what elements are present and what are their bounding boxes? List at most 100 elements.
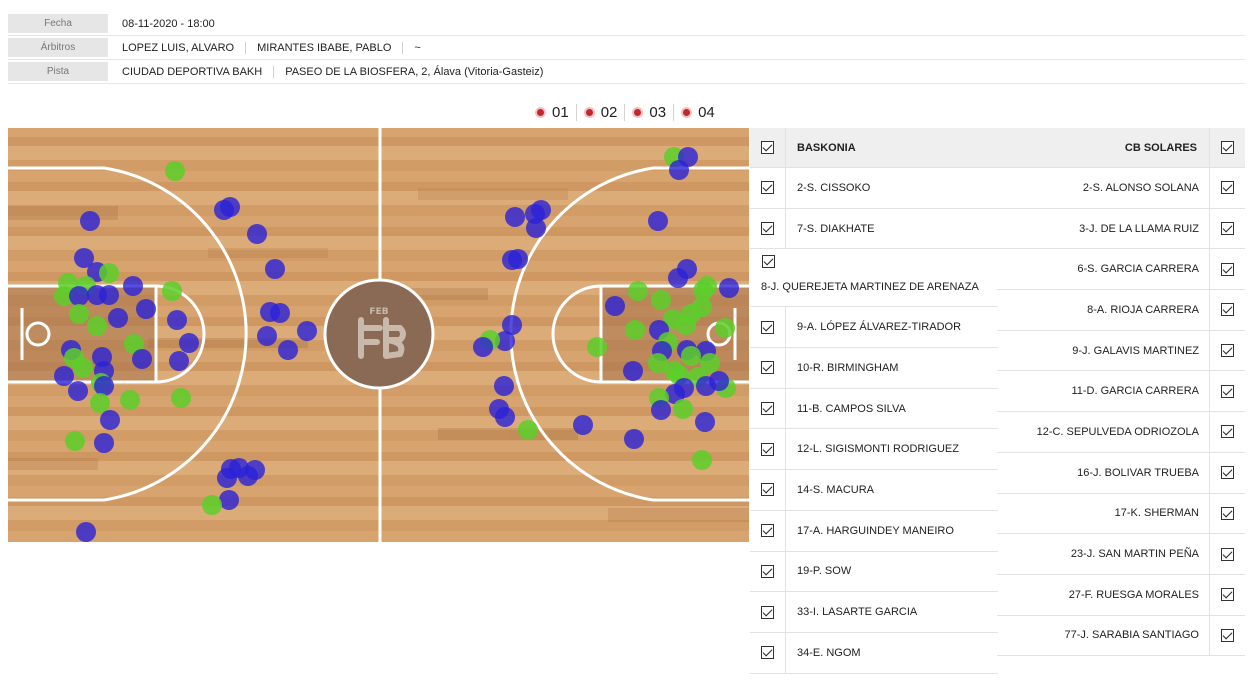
made-shot-marker[interactable] <box>587 337 607 357</box>
made-shot-marker[interactable] <box>202 495 222 515</box>
missed-shot-marker[interactable] <box>505 207 525 227</box>
made-shot-marker[interactable] <box>171 388 191 408</box>
player-checkbox[interactable] <box>1221 466 1234 480</box>
missed-shot-marker[interactable] <box>54 366 74 386</box>
missed-shot-marker[interactable] <box>573 415 593 435</box>
player-checkbox[interactable] <box>761 361 774 375</box>
made-shot-marker[interactable] <box>162 281 182 301</box>
made-shot-marker[interactable] <box>681 346 701 366</box>
home-player-row[interactable]: 10-R. BIRMINGHAM <box>750 348 998 389</box>
missed-shot-marker[interactable] <box>80 211 100 231</box>
player-checkbox[interactable] <box>1221 425 1234 439</box>
home-player-row[interactable]: 34-E. NGOM <box>750 632 998 674</box>
missed-shot-marker[interactable] <box>247 224 267 244</box>
made-shot-marker[interactable] <box>90 393 110 413</box>
made-shot-marker[interactable] <box>165 161 185 181</box>
player-checkbox[interactable] <box>1221 181 1234 195</box>
player-checkbox[interactable] <box>1221 303 1234 317</box>
made-shot-marker[interactable] <box>715 318 735 338</box>
away-player-row[interactable]: 2-S. ALONSO SOLANA <box>997 168 1245 209</box>
period-button-03[interactable]: 03 <box>624 103 673 121</box>
home-player-row[interactable]: 2-S. CISSOKO <box>750 168 998 209</box>
made-shot-marker[interactable] <box>65 431 85 451</box>
missed-shot-marker[interactable] <box>132 349 152 369</box>
away-player-row[interactable]: 8-A. RIOJA CARRERA <box>997 290 1245 331</box>
away-player-row[interactable]: 6-S. GARCIA CARRERA <box>997 249 1245 291</box>
player-checkbox[interactable] <box>761 181 774 195</box>
away-player-row[interactable]: 12-C. SEPULVEDA ODRIOZOLA <box>997 412 1245 453</box>
home-player-row[interactable]: 9-A. LÓPEZ ÁLVAREZ-TIRADOR <box>750 307 998 349</box>
made-shot-marker[interactable] <box>73 358 93 378</box>
player-checkbox[interactable] <box>761 254 775 268</box>
player-checkbox[interactable] <box>761 442 774 456</box>
made-shot-marker[interactable] <box>120 390 140 410</box>
missed-shot-marker[interactable] <box>214 200 234 220</box>
made-shot-marker[interactable] <box>69 304 89 324</box>
made-shot-marker[interactable] <box>692 450 712 470</box>
missed-shot-marker[interactable] <box>669 160 689 180</box>
away-player-row[interactable]: 3-J. DE LA LLAMA RUIZ <box>997 208 1245 250</box>
player-checkbox[interactable] <box>761 564 774 578</box>
player-checkbox[interactable] <box>761 483 774 497</box>
player-checkbox[interactable] <box>761 524 774 538</box>
missed-shot-marker[interactable] <box>69 286 89 306</box>
period-button-04[interactable]: 04 <box>673 103 722 121</box>
away-player-row[interactable]: 17-K. SHERMAN <box>997 493 1245 535</box>
away-player-row[interactable]: 77-J. SARABIA SANTIAGO <box>997 615 1245 657</box>
period-button-02[interactable]: 02 <box>575 103 625 121</box>
home-player-row[interactable]: 33-I. LASARTE GARCIA <box>750 592 998 633</box>
home-player-row[interactable]: 14-S. MACURA <box>750 470 998 511</box>
missed-shot-marker[interactable] <box>270 303 290 323</box>
away-player-row[interactable]: 23-J. SAN MARTIN PEÑA <box>997 534 1245 575</box>
made-shot-marker[interactable] <box>628 281 648 301</box>
away-player-row[interactable]: 11-D. GARCIA CARRERA <box>997 371 1245 413</box>
missed-shot-marker[interactable] <box>100 410 120 430</box>
missed-shot-marker[interactable] <box>108 308 128 328</box>
missed-shot-marker[interactable] <box>695 412 715 432</box>
missed-shot-marker[interactable] <box>217 468 237 488</box>
missed-shot-marker[interactable] <box>265 259 285 279</box>
home-player-row[interactable]: 19-P. SOW <box>750 551 998 593</box>
home-player-row[interactable]: 17-A. HARGUINDEY MANEIRO <box>750 510 998 552</box>
missed-shot-marker[interactable] <box>494 376 514 396</box>
missed-shot-marker[interactable] <box>167 310 187 330</box>
made-shot-marker[interactable] <box>518 420 538 440</box>
made-shot-marker[interactable] <box>87 316 107 336</box>
player-checkbox[interactable] <box>1221 384 1234 398</box>
missed-shot-marker[interactable] <box>648 211 668 231</box>
missed-shot-marker[interactable] <box>508 249 528 269</box>
missed-shot-marker[interactable] <box>257 326 277 346</box>
player-checkbox[interactable] <box>761 605 774 619</box>
missed-shot-marker[interactable] <box>123 276 143 296</box>
missed-shot-marker[interactable] <box>605 296 625 316</box>
missed-shot-marker[interactable] <box>297 321 317 341</box>
made-shot-marker[interactable] <box>651 290 671 310</box>
made-shot-marker[interactable] <box>625 320 645 340</box>
home-select-all-checkbox[interactable] <box>761 141 774 154</box>
player-checkbox[interactable] <box>761 646 774 660</box>
missed-shot-marker[interactable] <box>179 333 199 353</box>
missed-shot-marker[interactable] <box>94 376 114 396</box>
home-player-row[interactable]: 11-B. CAMPOS SILVA <box>750 388 998 430</box>
player-checkbox[interactable] <box>1221 588 1234 602</box>
missed-shot-marker[interactable] <box>219 490 239 510</box>
missed-shot-marker[interactable] <box>719 278 739 298</box>
made-shot-marker[interactable] <box>99 263 119 283</box>
missed-shot-marker[interactable] <box>668 268 688 288</box>
player-checkbox[interactable] <box>1221 628 1234 642</box>
period-button-01[interactable]: 01 <box>528 104 576 121</box>
missed-shot-marker[interactable] <box>624 429 644 449</box>
made-shot-marker[interactable] <box>673 399 693 419</box>
missed-shot-marker[interactable] <box>238 466 258 486</box>
away-player-row[interactable]: 16-J. BOLIVAR TRUEBA <box>997 452 1245 494</box>
missed-shot-marker[interactable] <box>709 371 729 391</box>
away-player-row[interactable]: 27-F. RUESGA MORALES <box>997 574 1245 616</box>
away-player-row[interactable]: 9-J. GALAVIS MARTINEZ <box>997 330 1245 372</box>
missed-shot-marker[interactable] <box>136 299 156 319</box>
missed-shot-marker[interactable] <box>99 285 119 305</box>
home-player-row[interactable]: 12-L. SIGISMONTI RODRIGUEZ <box>750 429 998 471</box>
player-checkbox[interactable] <box>1221 262 1234 276</box>
home-player-row[interactable]: 7-S. DIAKHATE <box>750 208 998 250</box>
made-shot-marker[interactable] <box>676 315 696 335</box>
missed-shot-marker[interactable] <box>473 337 493 357</box>
